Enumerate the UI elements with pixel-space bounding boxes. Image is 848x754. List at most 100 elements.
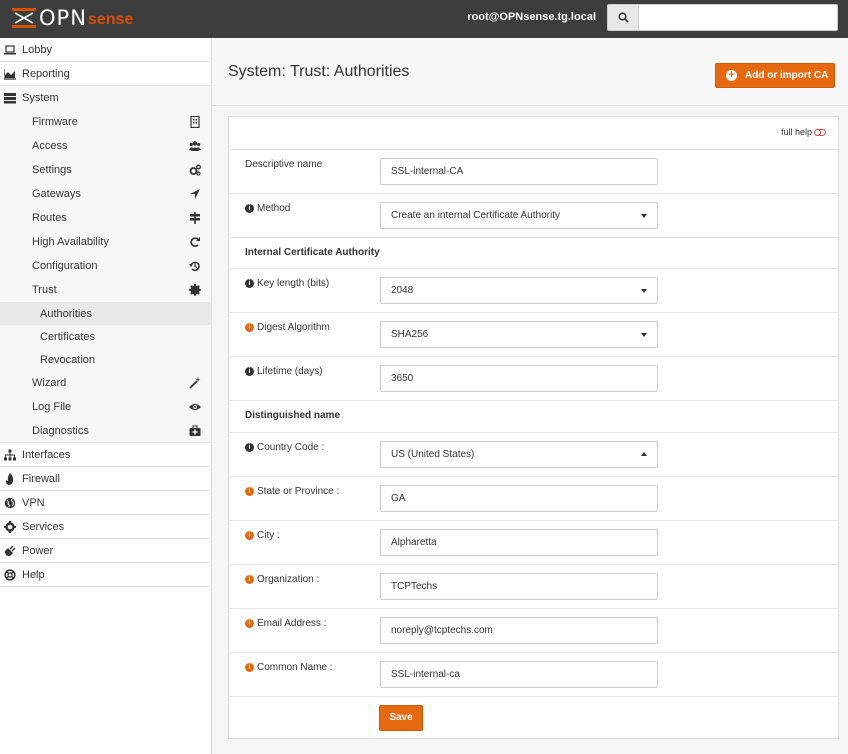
info-icon[interactable]: i: [245, 279, 254, 288]
sidebar-item-trust[interactable]: Trust: [0, 278, 211, 302]
organization-input[interactable]: TCPTechs: [380, 573, 658, 600]
sidebar-item-firewall[interactable]: Firewall: [0, 467, 211, 491]
sidebar-item-settings[interactable]: Settings: [0, 158, 211, 182]
area-chart-icon: [4, 69, 16, 80]
add-button-label: Add or import CA: [745, 70, 829, 81]
info-icon[interactable]: i: [245, 487, 254, 496]
sidebar-item-label: Firewall: [22, 472, 60, 485]
info-icon[interactable]: i: [245, 204, 254, 213]
common-name-label: i Common Name :: [245, 662, 333, 673]
state-input[interactable]: GA: [380, 485, 658, 512]
sidebar-item-wizard[interactable]: Wizard: [0, 371, 211, 395]
caret-down-icon: [641, 214, 647, 218]
row-section-internal-ca: Internal Certificate Authority: [229, 237, 838, 268]
email-label: i Email Address :: [245, 618, 326, 629]
top-navbar: OPN sense root@OPNsense.tg.local: [0, 0, 848, 38]
digest-algorithm-select[interactable]: SHA256: [380, 321, 658, 348]
label-text: Organization :: [257, 574, 320, 585]
row-common-name: i Common Name : SSL-internal-ca: [229, 652, 838, 696]
sidebar-item-label: System: [22, 92, 59, 104]
sidebar-item-help[interactable]: Help: [0, 563, 211, 587]
history-icon: [189, 261, 200, 272]
row-email: i Email Address : noreply@tcptechs.com: [229, 608, 838, 652]
row-descriptive-name: Descriptive name SSL-internal-CA: [229, 149, 838, 193]
sidebar-item-firmware[interactable]: Firmware: [0, 110, 211, 134]
sidebar-item-interfaces[interactable]: Interfaces: [0, 443, 211, 467]
info-icon[interactable]: i: [245, 663, 254, 672]
sidebar-item-access[interactable]: Access: [0, 134, 211, 158]
sidebar-item-label: Help: [22, 568, 45, 581]
sidebar-item-routes[interactable]: Routes: [0, 206, 211, 230]
user-menu[interactable]: root@OPNsense.tg.local: [467, 11, 596, 23]
digest-label: i Digest Algorithm: [245, 322, 330, 333]
fire-icon: [5, 473, 14, 485]
descriptive-name-input[interactable]: SSL-internal-CA: [380, 158, 658, 185]
sidebar-item-services[interactable]: Services: [0, 515, 211, 539]
sidebar-item-configuration[interactable]: Configuration: [0, 254, 211, 278]
info-icon[interactable]: i: [245, 531, 254, 540]
logo-text-sense: sense: [87, 11, 134, 28]
sidebar-item-label: Lobby: [22, 43, 52, 56]
label-text: Method: [257, 203, 291, 214]
sidebar: Lobby Reporting System Firmware Access S…: [0, 38, 212, 754]
sidebar-item-log-file[interactable]: Log File: [0, 395, 211, 419]
label-text: Key length (bits): [257, 278, 330, 289]
digest-value: SHA256: [391, 329, 429, 340]
sidebar-item-lobby[interactable]: Lobby: [0, 38, 211, 62]
row-method: i Method Create an internal Certificate A…: [229, 193, 838, 237]
sidebar-item-label: Log File: [32, 401, 72, 413]
sidebar-item-label: Trust: [32, 284, 57, 296]
row-country: i Country Code : US (United States): [229, 432, 838, 476]
save-button[interactable]: Save: [379, 705, 423, 731]
add-or-import-ca-button[interactable]: + Add or import CA: [715, 63, 835, 88]
sidebar-item-gateways[interactable]: Gateways: [0, 182, 211, 206]
sidebar-item-label: Revocation: [40, 353, 96, 366]
plug-icon: [4, 545, 16, 557]
country-value: US (United States): [391, 449, 475, 460]
email-input[interactable]: noreply@tcptechs.com: [380, 617, 658, 644]
state-label: i State or Province :: [245, 486, 339, 497]
sidebar-item-label: Configuration: [32, 260, 98, 272]
sidebar-item-label: Firmware: [32, 116, 78, 128]
row-section-distinguished-name: Distinguished name: [229, 400, 838, 432]
info-icon[interactable]: i: [245, 575, 254, 584]
sidebar-item-high-availability[interactable]: High Availability: [0, 230, 211, 254]
cog-icon: [4, 521, 16, 533]
country-select[interactable]: US (United States): [380, 441, 658, 468]
search-icon: [617, 12, 629, 23]
full-help-toggle[interactable]: full help: [781, 127, 826, 137]
caret-up-icon: [641, 452, 647, 456]
toggle-off-icon: [814, 128, 826, 136]
sidebar-item-power[interactable]: Power: [0, 539, 211, 563]
sidebar-item-system[interactable]: System: [0, 86, 211, 110]
sidebar-item-label: Gateways: [32, 188, 81, 200]
key-length-select[interactable]: 2048: [380, 277, 658, 304]
city-input[interactable]: Alpharetta: [380, 529, 658, 556]
country-label: i Country Code :: [245, 442, 324, 453]
info-icon[interactable]: i: [245, 323, 254, 332]
sidebar-item-label: Services: [22, 520, 65, 533]
opnsense-logo[interactable]: OPN sense: [11, 5, 133, 31]
search-button[interactable]: [607, 4, 639, 31]
sidebar-item-revocation[interactable]: Revocation: [0, 348, 211, 371]
search-input[interactable]: [638, 4, 838, 31]
location-arrow-icon: [190, 189, 200, 199]
method-select[interactable]: Create an internal Certificate Authority: [380, 202, 658, 229]
common-name-input[interactable]: SSL-internal-ca: [380, 661, 658, 688]
lifetime-input[interactable]: 3650: [380, 365, 658, 392]
sidebar-item-authorities[interactable]: Authorities: [0, 302, 211, 325]
sidebar-item-diagnostics[interactable]: Diagnostics: [0, 419, 211, 443]
info-icon[interactable]: i: [245, 367, 254, 376]
info-icon[interactable]: i: [245, 443, 254, 452]
caret-down-icon: [641, 333, 647, 337]
caret-down-icon: [641, 289, 647, 293]
sidebar-item-certificates[interactable]: Certificates: [0, 325, 211, 348]
section-distinguished-name: Distinguished name: [245, 410, 341, 421]
sidebar-item-vpn[interactable]: VPN: [0, 491, 211, 515]
content-header: System: Trust: Authorities + Add or impo…: [212, 38, 848, 106]
info-icon[interactable]: i: [245, 619, 254, 628]
label-text: Email Address :: [257, 618, 327, 629]
sidebar-item-reporting[interactable]: Reporting: [0, 62, 211, 86]
ca-form-panel: full help Descriptive name SSL-internal-…: [228, 116, 839, 739]
key-length-label: i Key length (bits): [245, 278, 329, 289]
